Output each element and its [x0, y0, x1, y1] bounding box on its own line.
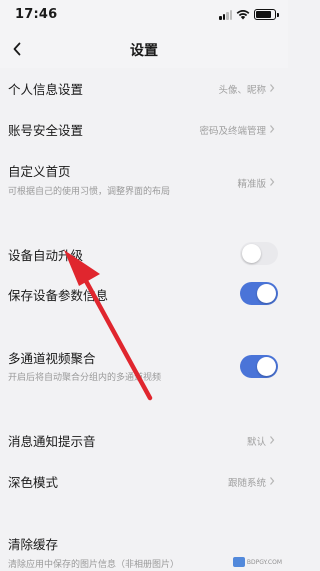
setting-notification-sound[interactable]: 消息通知提示音 默认	[0, 423, 288, 457]
setting-label: 保存设备参数信息	[8, 288, 109, 303]
nav-bar: 设置	[0, 30, 288, 68]
setting-dark-mode[interactable]: 深色模式 跟随系统	[0, 464, 288, 498]
setting-personal-info[interactable]: 个人信息设置 头像、昵称	[0, 68, 288, 106]
setting-value: 精准版	[237, 179, 266, 190]
setting-auto-upgrade: 设备自动升级	[0, 238, 288, 272]
setting-value: 密码及终端管理	[199, 126, 266, 137]
setting-value: 头像、昵称	[218, 85, 266, 96]
watermark: BDPGY.COM	[232, 557, 282, 567]
setting-label: 账号安全设置	[8, 123, 84, 138]
setting-description: 清除应用中保存的图片信息（非相册图片）	[8, 560, 180, 570]
chevron-right-icon	[270, 178, 275, 186]
chevron-right-icon	[270, 477, 275, 485]
wifi-icon	[236, 10, 250, 20]
status-icons	[219, 9, 279, 20]
setting-label: 清除缓存	[8, 537, 59, 552]
setting-label: 多通道视频聚合	[8, 351, 96, 366]
toggle-knob	[242, 244, 261, 263]
setting-label: 消息通知提示音	[8, 434, 96, 449]
chevron-right-icon	[270, 436, 275, 444]
page-title: 设置	[130, 43, 158, 59]
setting-label: 深色模式	[8, 475, 59, 490]
setting-label: 设备自动升级	[8, 248, 84, 263]
setting-multi-channel: 多通道视频聚合 开启后将自动聚合分组内的多通道视频	[0, 342, 288, 390]
setting-label: 自定义首页	[8, 164, 71, 179]
toggle-knob	[257, 357, 276, 376]
battery-level	[256, 11, 272, 18]
save-device-info-toggle[interactable]	[240, 282, 278, 305]
setting-value: 默认	[246, 437, 266, 448]
chevron-right-icon	[270, 84, 275, 92]
chevron-right-icon	[270, 125, 275, 133]
setting-save-device-info: 保存设备参数信息	[0, 278, 288, 312]
signal-icon	[219, 9, 232, 20]
battery-icon	[254, 9, 279, 20]
watermark-logo-icon	[232, 557, 245, 567]
setting-description: 开启后将自动聚合分组内的多通道视频	[8, 373, 162, 383]
multi-channel-toggle[interactable]	[240, 355, 278, 378]
auto-upgrade-toggle[interactable]	[240, 242, 278, 265]
setting-account-security[interactable]: 账号安全设置 密码及终端管理	[0, 108, 288, 146]
setting-label: 个人信息设置	[8, 82, 84, 97]
status-time: 17:46	[15, 7, 58, 22]
watermark-text: BDPGY.COM	[246, 558, 282, 566]
status-bar: 17:46	[0, 0, 288, 30]
setting-value: 跟随系统	[227, 478, 266, 489]
setting-custom-home[interactable]: 自定义首页 可根据自己的使用习惯，调整界面的布局 精准版	[0, 152, 288, 200]
toggle-knob	[257, 284, 276, 303]
setting-description: 可根据自己的使用习惯，调整界面的布局	[8, 187, 171, 197]
